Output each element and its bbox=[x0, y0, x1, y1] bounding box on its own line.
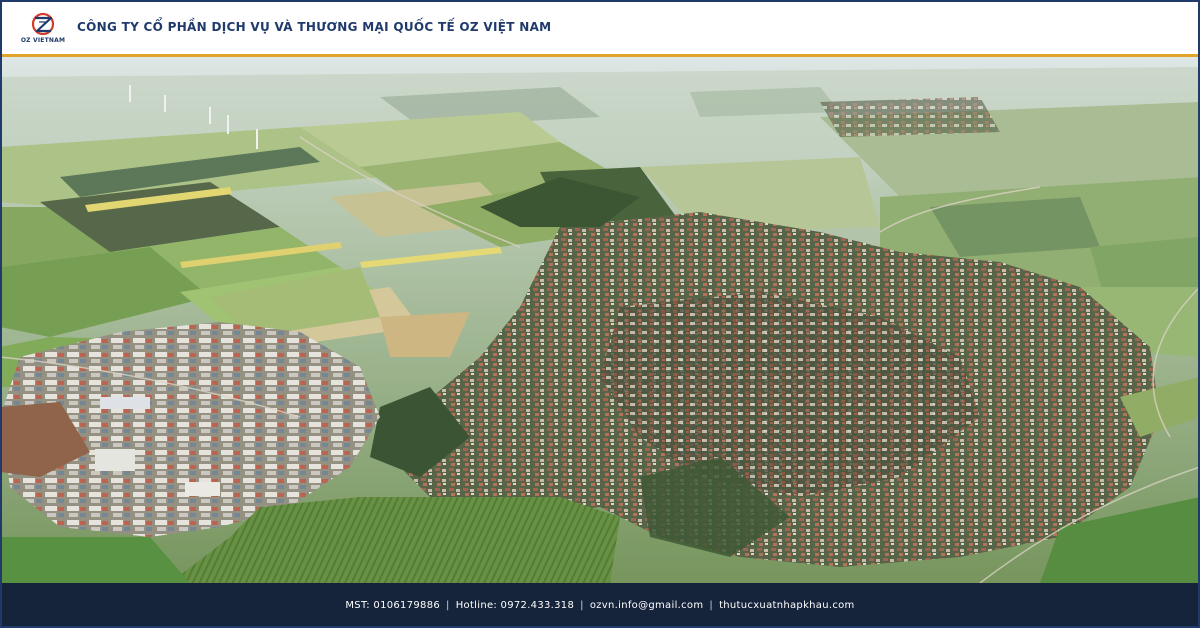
separator: | bbox=[446, 600, 450, 611]
footer-bar: MST: 0106179886 | Hotline: 0972.433.318 | oz… bbox=[0, 583, 1200, 628]
tax-code: MST: 0106179886 bbox=[345, 600, 441, 611]
separator: | bbox=[709, 600, 714, 611]
company-logo[interactable]: OZ VIETNAM bbox=[18, 10, 68, 50]
hotline[interactable]: Hotline: 0972.433.318 bbox=[456, 600, 574, 611]
oz-logo-icon bbox=[31, 12, 55, 36]
header-bar: OZ VIETNAM CÔNG TY CỔ PHẦN DỊCH VỤ VÀ TH… bbox=[0, 0, 1200, 57]
contact-info: MST: 0106179886 | Hotline: 0972.433.318 | oz… bbox=[345, 600, 854, 611]
email-link[interactable]: ozvn.info@gmail.com bbox=[590, 600, 704, 611]
company-name: CÔNG TY CỔ PHẦN DỊCH VỤ VÀ THƯƠNG MẠI QU… bbox=[77, 20, 552, 34]
aerial-photo bbox=[0, 57, 1200, 583]
aerial-town-image bbox=[0, 57, 1200, 583]
website-link[interactable]: thutucxuatnhapkhau.com bbox=[719, 600, 855, 611]
separator: | bbox=[580, 600, 584, 611]
logo-text: OZ VIETNAM bbox=[20, 37, 66, 44]
